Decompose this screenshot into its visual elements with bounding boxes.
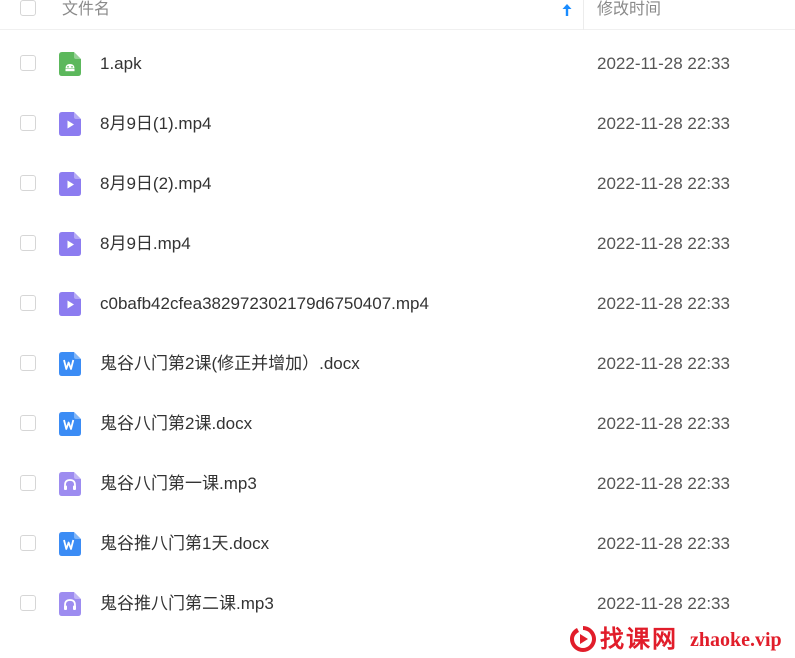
audio-file-icon (59, 472, 81, 496)
file-modified-time: 2022-11-28 22:33 (597, 534, 730, 553)
watermark-text-en: zhaoke.vip (690, 629, 782, 651)
video-file-icon (59, 292, 81, 316)
row-checkbox[interactable] (20, 235, 36, 251)
row-checkbox[interactable] (20, 595, 36, 611)
file-modified-time: 2022-11-28 22:33 (597, 54, 730, 73)
file-row[interactable]: 8月9日(2).mp4 2022-11-28 22:33 (0, 153, 795, 213)
file-name[interactable]: 鬼谷推八门第二课.mp3 (100, 592, 274, 616)
audio-file-icon (59, 592, 81, 616)
file-row[interactable]: 8月9日.mp4 2022-11-28 22:33 (0, 213, 795, 273)
row-checkbox[interactable] (20, 535, 36, 551)
row-checkbox[interactable] (20, 415, 36, 431)
file-modified-time: 2022-11-28 22:33 (597, 414, 730, 433)
file-name[interactable]: 鬼谷八门第2课.docx (100, 412, 252, 436)
file-modified-time: 2022-11-28 22:33 (597, 234, 730, 253)
android-file-icon (59, 52, 81, 76)
row-checkbox[interactable] (20, 175, 36, 191)
file-modified-time: 2022-11-28 22:33 (597, 174, 730, 193)
file-name[interactable]: 8月9日(1).mp4 (100, 112, 211, 136)
row-checkbox[interactable] (20, 295, 36, 311)
file-row[interactable]: 鬼谷推八门第1天.docx 2022-11-28 22:33 (0, 513, 795, 573)
play-logo-icon (570, 626, 596, 652)
file-name[interactable]: 1.apk (100, 52, 142, 76)
video-file-icon (59, 172, 81, 196)
file-modified-time: 2022-11-28 22:33 (597, 474, 730, 493)
file-name[interactable]: 鬼谷八门第一课.mp3 (100, 472, 257, 496)
video-file-icon (59, 232, 81, 256)
file-name[interactable]: 鬼谷推八门第1天.docx (100, 532, 269, 556)
select-all-checkbox[interactable] (20, 0, 36, 16)
file-list-header: 文件名 修改时间 (0, 0, 795, 30)
file-modified-time: 2022-11-28 22:33 (597, 114, 730, 133)
file-name[interactable]: c0bafb42cfea382972302179d6750407.mp4 (100, 292, 429, 316)
word-file-icon (59, 412, 81, 436)
file-row[interactable]: 鬼谷八门第2课.docx 2022-11-28 22:33 (0, 393, 795, 453)
row-checkbox[interactable] (20, 355, 36, 371)
file-name[interactable]: 8月9日.mp4 (100, 232, 191, 256)
column-header-name[interactable]: 文件名 (62, 0, 110, 20)
column-header-modified[interactable]: 修改时间 (597, 0, 661, 20)
row-checkbox[interactable] (20, 475, 36, 491)
word-file-icon (59, 532, 81, 556)
file-row[interactable]: 鬼谷八门第一课.mp3 2022-11-28 22:33 (0, 453, 795, 513)
file-modified-time: 2022-11-28 22:33 (597, 594, 730, 613)
file-name[interactable]: 8月9日(2).mp4 (100, 172, 211, 196)
file-row[interactable]: c0bafb42cfea382972302179d6750407.mp4 2022… (0, 273, 795, 333)
video-file-icon (59, 112, 81, 136)
file-row[interactable]: 1.apk 2022-11-28 22:33 (0, 33, 795, 93)
row-checkbox[interactable] (20, 115, 36, 131)
watermark-text-cn: 找课网 (600, 624, 678, 653)
row-checkbox[interactable] (20, 55, 36, 71)
file-name[interactable]: 鬼谷八门第2课(修正并增加）.docx (100, 352, 360, 376)
file-row[interactable]: 8月9日(1).mp4 2022-11-28 22:33 (0, 93, 795, 153)
file-modified-time: 2022-11-28 22:33 (597, 354, 730, 373)
file-row[interactable]: 鬼谷八门第2课(修正并增加）.docx 2022-11-28 22:33 (0, 333, 795, 393)
file-modified-time: 2022-11-28 22:33 (597, 294, 730, 313)
column-divider[interactable] (583, 0, 584, 30)
watermark: 找课网 zhaoke.vip (566, 622, 795, 656)
arrow-up-icon[interactable] (561, 2, 573, 18)
word-file-icon (59, 352, 81, 376)
